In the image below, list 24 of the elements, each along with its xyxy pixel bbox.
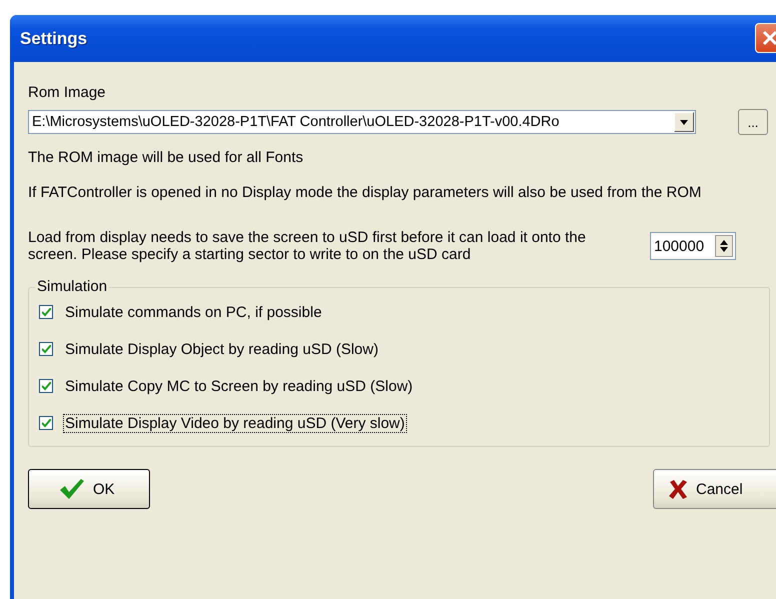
checkbox[interactable]: [39, 305, 53, 319]
checkbox-label[interactable]: Simulate Copy MC to Screen by reading uSD (Slow): [63, 376, 415, 396]
rom-image-dropdown[interactable]: E:\Microsystems\uOLED-32028-P1T\FAT Controller\uOLED-32028-P1T-v00.4DRo: [28, 110, 696, 134]
window-title: Settings: [20, 28, 88, 48]
info-text: The ROM image will be used for all Fonts: [28, 149, 304, 166]
dropdown-arrow-icon: [680, 120, 688, 124]
checkbox[interactable]: [39, 379, 53, 393]
ok-button[interactable]: OK: [28, 469, 150, 509]
field-label: Rom Image: [28, 84, 107, 101]
checkbox-label[interactable]: Simulate commands on PC, if possible: [63, 302, 324, 322]
checkbox[interactable]: [39, 342, 53, 356]
check-icon: [59, 478, 85, 500]
spin-arrows-icon: [720, 239, 728, 253]
cross-icon: [668, 479, 688, 499]
checkbox[interactable]: [39, 416, 53, 430]
checkbox-label[interactable]: Simulate Display Object by reading uSD (Slow): [63, 340, 380, 358]
info-text: If FATController is opened in no Display mode the display parameters will also be used from the ROM: [28, 184, 702, 201]
close-button[interactable]: [755, 23, 776, 53]
browse-button[interactable]: ...: [738, 109, 768, 135]
checkbox-label[interactable]: Simulate Display Video by reading uSD (Very slow): [63, 414, 407, 432]
cancel-button[interactable]: Cancel: [653, 469, 776, 509]
sector-description: Load from display needs to save the screen to uSD first before it can load it onto the screen. Please specify a starting sector to write to on the uSD card: [28, 229, 587, 263]
sector-spinbox[interactable]: 100000: [650, 232, 736, 260]
close-icon: [762, 30, 776, 46]
